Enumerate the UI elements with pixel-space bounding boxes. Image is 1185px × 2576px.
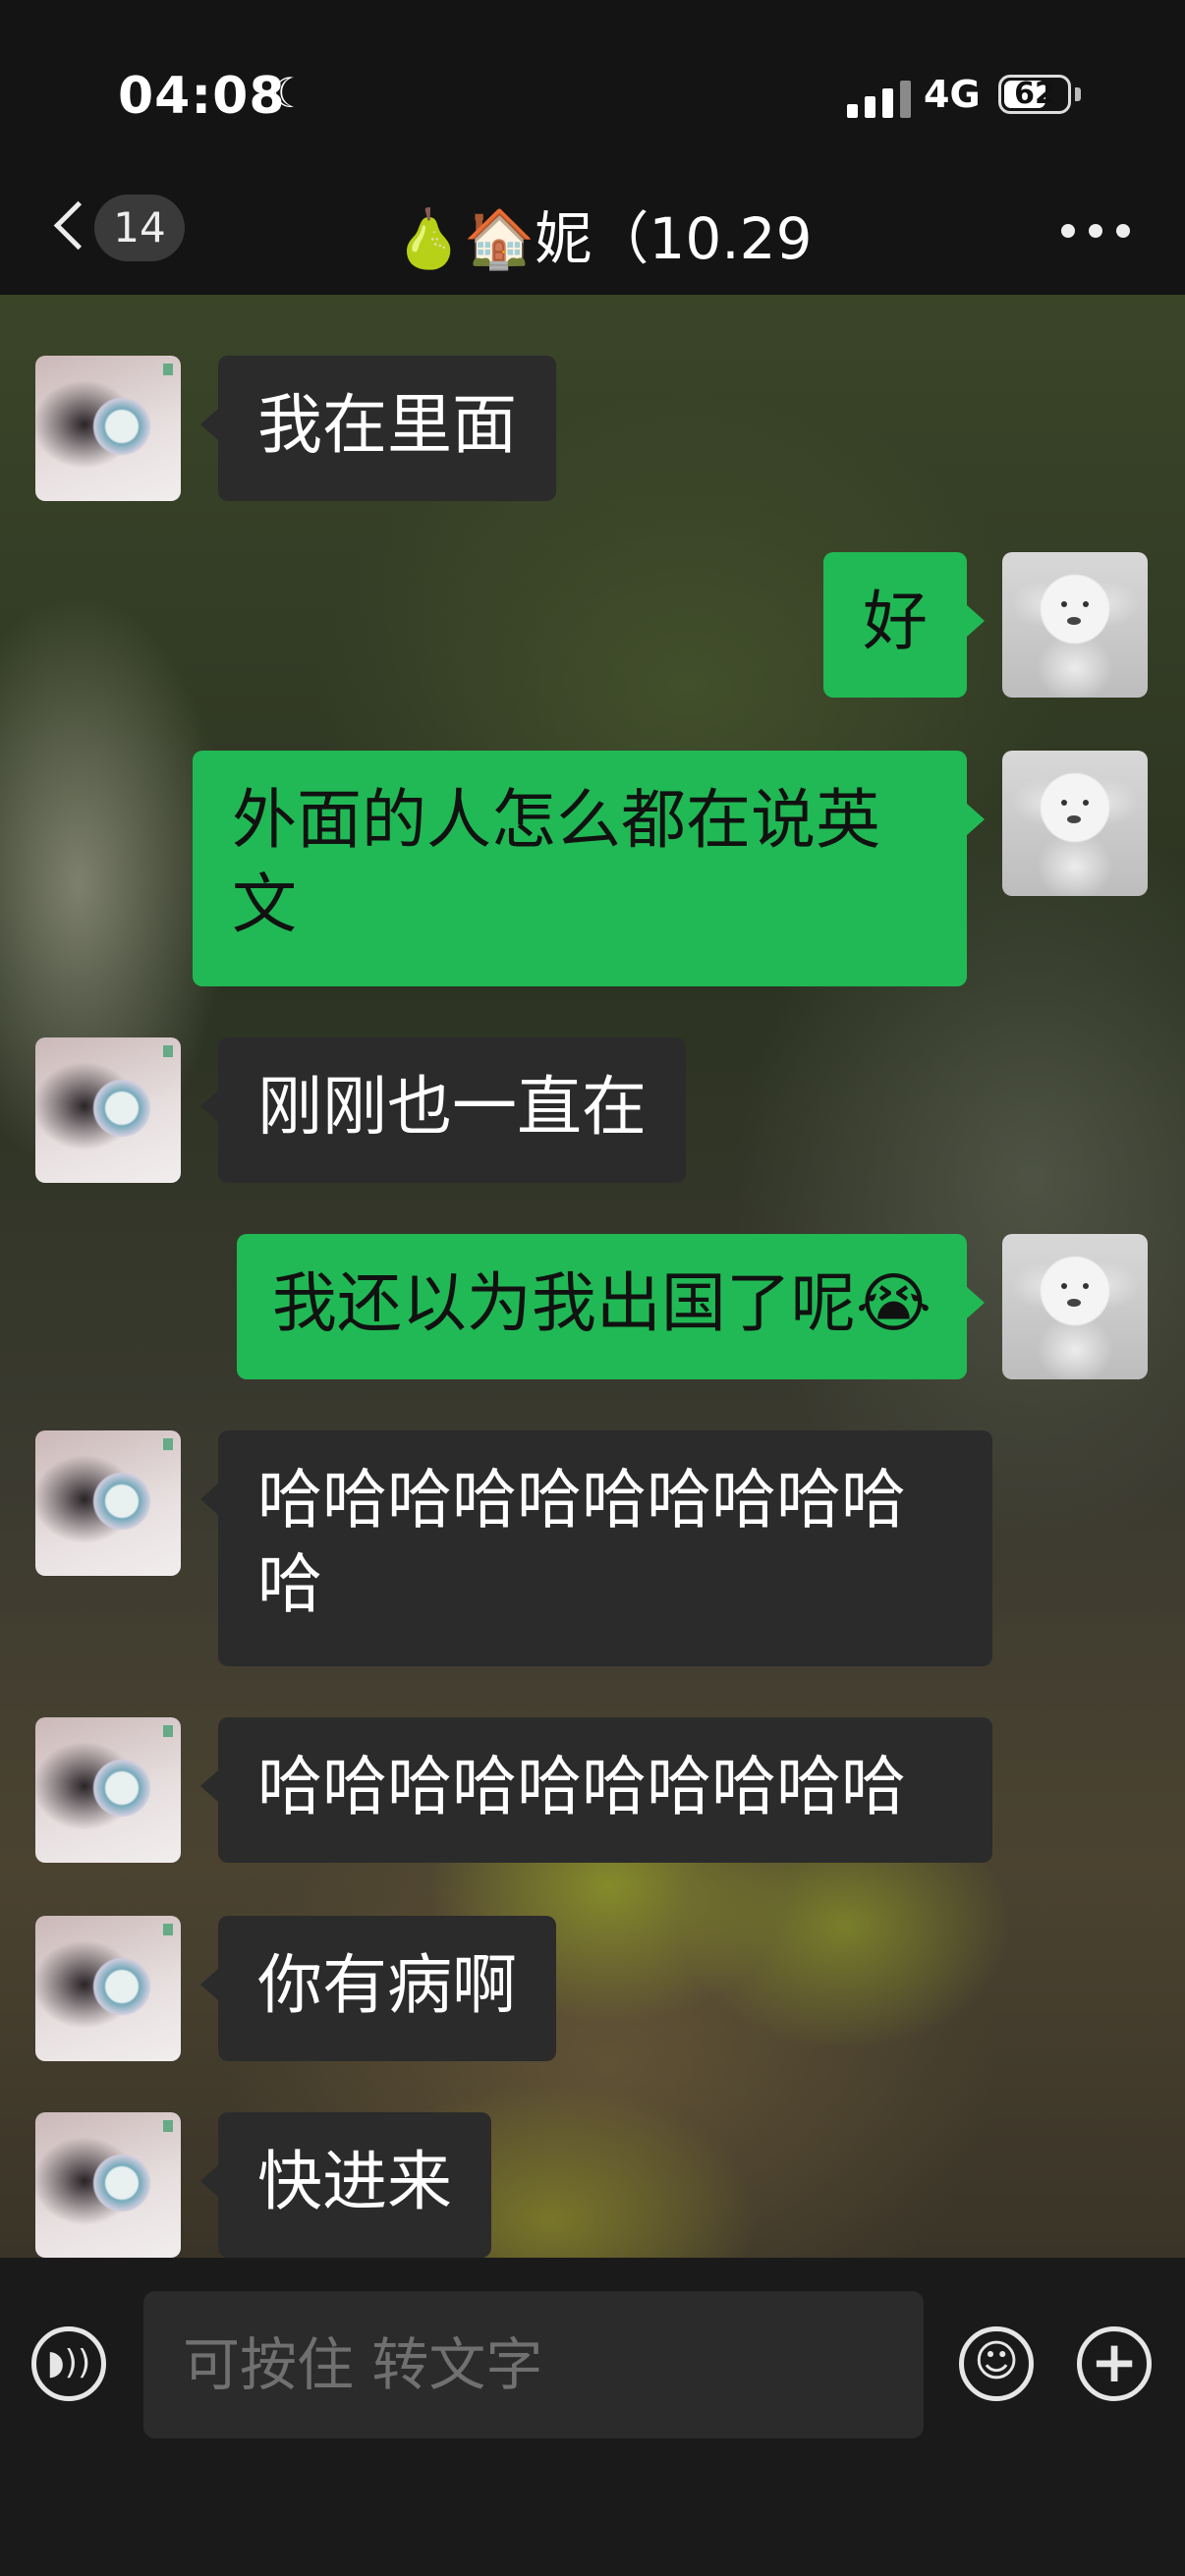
- voice-icon[interactable]: ◗)): [31, 2326, 106, 2401]
- battery-level: 62: [1014, 77, 1055, 111]
- status-time: 04:08: [118, 67, 286, 126]
- my-avatar[interactable]: [1002, 751, 1148, 896]
- back-icon[interactable]: [49, 196, 88, 255]
- my-avatar[interactable]: [1002, 1234, 1148, 1379]
- my-avatar[interactable]: [1002, 552, 1148, 698]
- network-type: 4G: [924, 73, 981, 116]
- incoming-message-bubble[interactable]: 快进来: [200, 2112, 491, 2258]
- more-options-icon[interactable]: [1061, 224, 1130, 238]
- contact-avatar[interactable]: [35, 1717, 181, 1863]
- contact-avatar[interactable]: [35, 2112, 181, 2258]
- battery-icon: 62: [998, 75, 1071, 114]
- incoming-message-bubble[interactable]: 我在里面: [200, 356, 556, 501]
- plus-icon[interactable]: +: [1077, 2326, 1152, 2401]
- contact-avatar[interactable]: [35, 356, 181, 501]
- battery-tip: [1075, 87, 1081, 101]
- moon-icon: ☾: [271, 69, 309, 117]
- incoming-message-bubble[interactable]: 哈哈哈哈哈哈哈哈哈哈 哈: [200, 1430, 992, 1666]
- outgoing-message-bubble[interactable]: 我还以为我出国了呢😭: [236, 1234, 986, 1379]
- outgoing-message-bubble[interactable]: 外面的人怎么都在说英 文: [193, 751, 985, 986]
- unread-count-badge[interactable]: 14: [94, 195, 185, 261]
- emoji-icon[interactable]: ☺: [959, 2326, 1034, 2401]
- outgoing-message-bubble[interactable]: 好: [823, 552, 985, 698]
- contact-avatar[interactable]: [35, 1037, 181, 1183]
- signal-icon: [847, 79, 912, 118]
- chat-title: 🍐🏠妮（10.29: [393, 205, 813, 272]
- home-indicator: [1159, 2550, 1179, 2570]
- message-list[interactable]: 我在里面 好 外面的人怎么都在说英 文 刚刚也一直在 我还以为我出国了呢😭 哈哈…: [0, 295, 1185, 2258]
- incoming-message-bubble[interactable]: 刚刚也一直在: [200, 1037, 686, 1183]
- message-input[interactable]: 可按住 转文字: [143, 2291, 924, 2438]
- top-bar: 04:08 ☾ 4G 62 14 🍐🏠妮（10.29: [0, 0, 1185, 295]
- chat-screen: 04:08 ☾ 4G 62 14 🍐🏠妮（10.29 我在里面 好 外面的人怎么…: [0, 0, 1185, 2576]
- input-bar: ◗)) 可按住 转文字 ☺ +: [0, 2258, 1185, 2576]
- contact-avatar[interactable]: [35, 1916, 181, 2061]
- contact-avatar[interactable]: [35, 1430, 181, 1576]
- incoming-message-bubble[interactable]: 你有病啊: [200, 1916, 556, 2061]
- incoming-message-bubble[interactable]: 哈哈哈哈哈哈哈哈哈哈: [200, 1717, 992, 1863]
